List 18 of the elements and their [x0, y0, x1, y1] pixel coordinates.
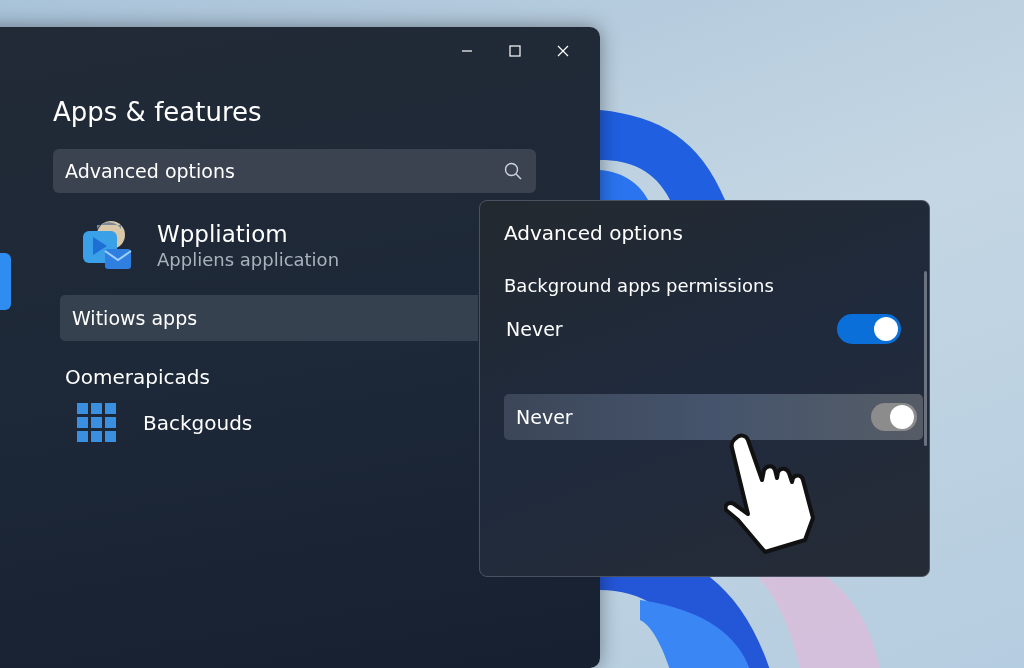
- section-heading: Oomerapicads: [65, 365, 211, 389]
- close-icon[interactable]: [557, 45, 569, 57]
- search-field[interactable]: Advanced options: [53, 149, 536, 193]
- option-label: Never: [516, 406, 573, 428]
- popup-subtitle: Background apps permissions: [504, 275, 775, 296]
- app-link[interactable]: Backgouds: [143, 411, 253, 435]
- app-name: Wppliatiom: [157, 220, 289, 247]
- option-label: Never: [506, 318, 563, 340]
- popup-title: Advanced options: [504, 221, 684, 245]
- page-title: Apps & features: [53, 97, 263, 127]
- search-icon: [504, 162, 522, 180]
- toggle-switch[interactable]: [837, 314, 901, 344]
- scrollbar[interactable]: [924, 271, 927, 446]
- app-subtitle: Appliens application: [157, 248, 340, 270]
- grid-icon: [77, 403, 117, 443]
- maximize-icon[interactable]: [509, 45, 521, 57]
- selection-indicator: [0, 253, 11, 310]
- list-item[interactable]: Witiows apps: [60, 295, 478, 341]
